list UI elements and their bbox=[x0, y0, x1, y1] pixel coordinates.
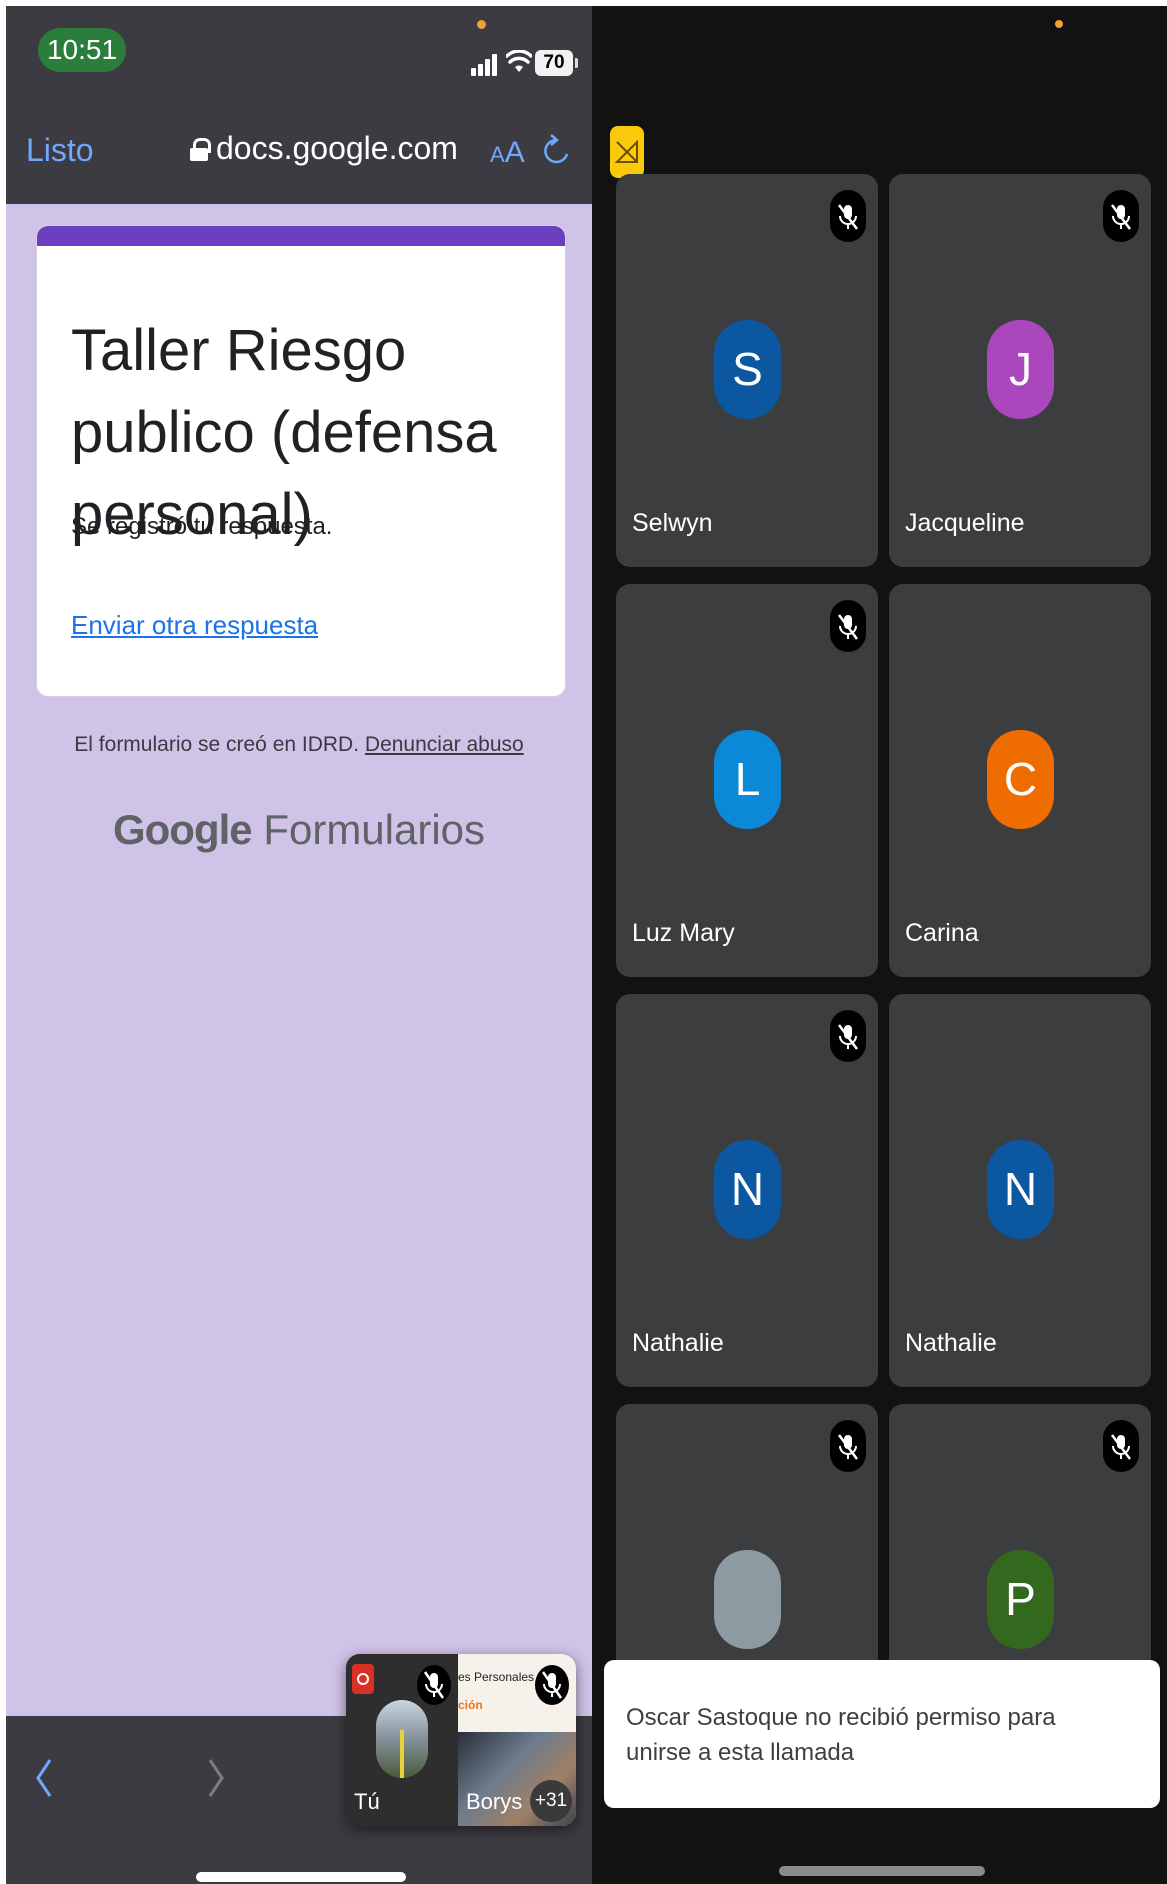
mic-off-icon bbox=[838, 204, 858, 230]
mic-off-icon bbox=[417, 1665, 451, 1705]
status-time[interactable]: 10:51 bbox=[38, 28, 126, 72]
participant-avatar: S bbox=[714, 320, 781, 419]
participant-tile[interactable]: C Carina bbox=[889, 584, 1151, 977]
pip-presenter-name: Borys bbox=[466, 1789, 523, 1814]
participant-avatar: C bbox=[987, 730, 1054, 829]
text-size-button[interactable]: AA bbox=[490, 136, 525, 170]
muted-indicator bbox=[830, 190, 866, 242]
mic-off-icon bbox=[1111, 204, 1131, 230]
battery-icon: 70 bbox=[535, 50, 578, 76]
mic-off-icon bbox=[838, 1024, 858, 1050]
report-abuse-link[interactable]: Denunciar abuso bbox=[365, 733, 524, 756]
pip-self-name: Tú bbox=[354, 1789, 380, 1814]
home-indicator[interactable] bbox=[196, 1872, 406, 1882]
participant-avatar: J bbox=[987, 320, 1054, 419]
more-participants-badge[interactable]: +31 bbox=[530, 1780, 572, 1822]
cellular-signal-icon bbox=[471, 52, 501, 76]
participant-name: Nathalie bbox=[632, 1329, 724, 1357]
status-bar: 10:51 70 bbox=[6, 6, 592, 106]
notification-toast[interactable]: Oscar Sastoque no recibió permiso para u… bbox=[604, 1660, 1160, 1808]
participant-name: Nathalie bbox=[905, 1329, 997, 1357]
form-accent-bar bbox=[37, 226, 565, 246]
safari-pane: 10:51 70 Listo docs.google.com AA Taller… bbox=[6, 6, 592, 1884]
forms-wordmark: Formularios bbox=[263, 806, 486, 853]
reload-icon[interactable] bbox=[542, 134, 570, 170]
pip-presenter-tile[interactable]: es Personales ción Borys +31 bbox=[458, 1654, 576, 1826]
poor-connection-button[interactable] bbox=[610, 126, 644, 178]
participant-tile[interactable]: N Nathalie bbox=[616, 994, 878, 1387]
text-size-big-glyph: A bbox=[504, 136, 525, 169]
participant-name: Luz Mary bbox=[632, 919, 735, 947]
muted-indicator bbox=[1103, 1420, 1139, 1472]
presentation-slide-text: es Personales bbox=[458, 1670, 535, 1684]
participant-avatar: N bbox=[987, 1140, 1054, 1239]
mic-off-icon bbox=[838, 1434, 858, 1460]
pip-self-tile[interactable]: Tú bbox=[346, 1654, 458, 1826]
participant-name: Jacqueline bbox=[905, 509, 1025, 537]
response-recorded-message: Se registró tu respuesta. bbox=[71, 513, 333, 540]
lock-icon bbox=[190, 137, 211, 161]
participant-tile[interactable]: L Luz Mary bbox=[616, 584, 878, 977]
home-indicator[interactable] bbox=[779, 1866, 985, 1876]
recording-icon bbox=[352, 1664, 374, 1694]
safari-toolbar: Listo docs.google.com AA bbox=[6, 106, 592, 204]
form-response-card: Taller Riesgo publico (defensa personal)… bbox=[36, 225, 566, 697]
muted-indicator bbox=[1103, 190, 1139, 242]
wifi-icon bbox=[506, 50, 532, 72]
participant-name: Selwyn bbox=[632, 509, 713, 537]
participant-avatar: L bbox=[714, 730, 781, 829]
text-size-small-glyph: A bbox=[490, 142, 505, 167]
meet-pane: S Selwyn J Jacqueline L Luz Mary C Carina N Natha… bbox=[592, 6, 1167, 1884]
mic-off-icon bbox=[535, 1665, 569, 1705]
privacy-indicator-dot bbox=[477, 20, 486, 29]
participant-tile[interactable]: S Selwyn bbox=[616, 174, 878, 567]
participant-avatar: N bbox=[714, 1140, 781, 1239]
mic-off-icon bbox=[838, 614, 858, 640]
muted-indicator bbox=[830, 1420, 866, 1472]
privacy-indicator-dot bbox=[1055, 20, 1063, 28]
google-forms-logo[interactable]: Google Formularios bbox=[6, 806, 592, 854]
participant-avatar: P bbox=[987, 1550, 1054, 1649]
google-wordmark: Google bbox=[112, 806, 253, 853]
url-text: docs.google.com bbox=[216, 130, 458, 166]
signal-off-icon bbox=[615, 140, 638, 163]
participant-name: Carina bbox=[905, 919, 979, 947]
participant-avatar bbox=[714, 1550, 781, 1649]
participant-tile[interactable]: N Nathalie bbox=[889, 994, 1151, 1387]
toast-message: Oscar Sastoque no recibió permiso para u… bbox=[626, 1704, 1056, 1766]
participant-tile[interactable]: J Jacqueline bbox=[889, 174, 1151, 567]
form-created-by-text: El formulario se creó en IDRD. bbox=[74, 733, 365, 756]
forward-arrow-icon[interactable] bbox=[206, 1758, 226, 1798]
meet-pip-window[interactable]: Tú es Personales ción Borys +31 bbox=[346, 1654, 576, 1826]
submit-another-response-link[interactable]: Enviar otra respuesta bbox=[71, 610, 318, 641]
done-button[interactable]: Listo bbox=[26, 132, 94, 169]
back-arrow-icon[interactable] bbox=[34, 1758, 54, 1798]
mic-off-icon bbox=[1111, 1434, 1131, 1460]
address-bar[interactable]: docs.google.com bbox=[190, 130, 458, 167]
form-footer: El formulario se creó en IDRD. Denunciar… bbox=[6, 733, 592, 757]
muted-indicator bbox=[830, 1010, 866, 1062]
muted-indicator bbox=[830, 600, 866, 652]
self-avatar bbox=[376, 1700, 428, 1778]
presentation-slide-subtitle: ción bbox=[458, 1698, 483, 1712]
